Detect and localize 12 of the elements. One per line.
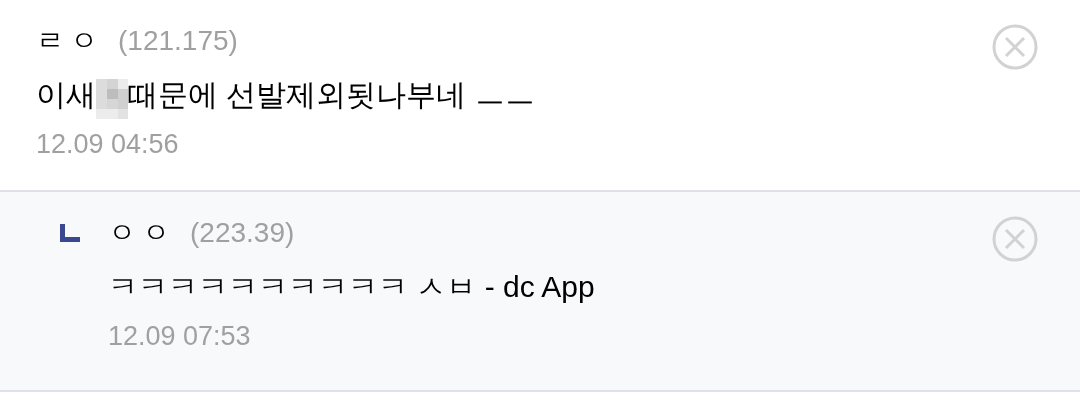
comment-time: 12.09 04:56 [36,127,179,161]
comment-time: 12.09 07:53 [108,319,251,353]
ip-address: (121.175) [118,24,238,58]
nickname: ㄹㅇ [36,24,104,58]
comment-text-a: 이새 [36,76,96,113]
reply-corner-icon [60,224,80,242]
comment-text-b: 때문에 선발제외됫나부네 ㅡㅡ [128,76,535,113]
delete-icon[interactable] [992,24,1038,70]
delete-icon[interactable] [992,216,1038,262]
nickname: ㅇㅇ [108,216,176,250]
comment-text: ㅋㅋㅋㅋㅋㅋㅋㅋㅋㅋ ㅅㅂ - dc App [108,268,595,305]
ip-address: (223.39) [190,216,295,250]
